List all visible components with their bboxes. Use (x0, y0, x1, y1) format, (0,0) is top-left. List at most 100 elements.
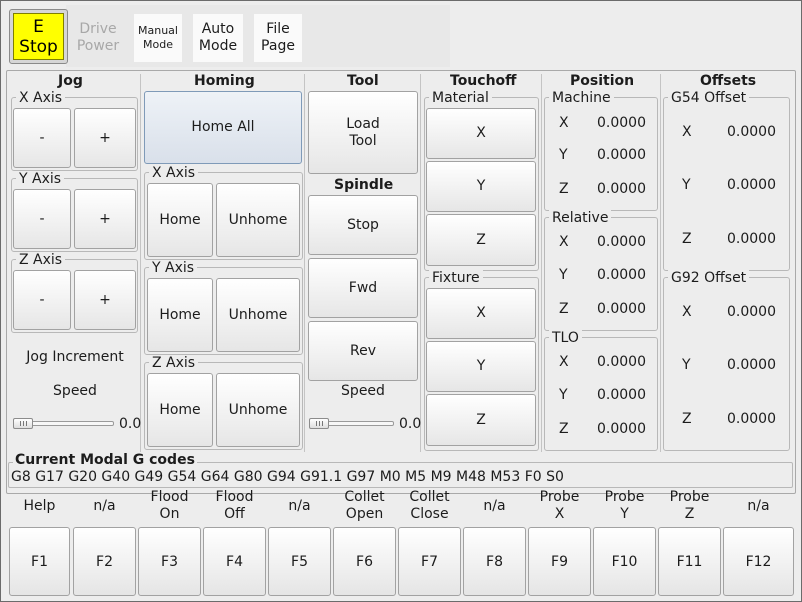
drive-power-label-line1: Drive (79, 21, 117, 37)
function-key-f12-button[interactable]: F12 (723, 527, 794, 596)
function-key-f5-button[interactable]: F5 (268, 527, 331, 596)
spindle-speed-slider-handle[interactable] (309, 418, 329, 429)
touchoff-material-z-button[interactable]: Z (426, 214, 536, 266)
function-label-f3: Flood On (138, 488, 201, 524)
home-all-button[interactable]: Home All (144, 91, 302, 164)
home-y-button[interactable]: Home (147, 278, 213, 352)
spindle-speed-value: 0.0 (399, 416, 422, 432)
function-label-line2: X (554, 506, 565, 522)
function-key-f1-button[interactable]: F1 (9, 527, 70, 596)
manual-mode-label-line2: Mode (143, 38, 173, 51)
function-key-f3-button[interactable]: F3 (138, 527, 201, 596)
column-divider (304, 74, 305, 452)
g54-x-axis: X (682, 124, 692, 140)
jog-z-plus-button[interactable]: + (74, 270, 136, 330)
home-z-button[interactable]: Home (147, 373, 213, 447)
tlo-y-value: 0.0000 (597, 387, 646, 403)
jog-y-plus-button[interactable]: + (74, 189, 136, 249)
function-key-f6-button[interactable]: F6 (333, 527, 396, 596)
jog-speed-slider-handle[interactable] (13, 418, 33, 429)
file-page-label-line1: File (266, 21, 290, 37)
touchoff-title: Touchoff (447, 73, 520, 90)
jog-z-minus-button[interactable]: - (13, 270, 71, 330)
jog-y-minus-button[interactable]: - (13, 189, 71, 249)
file-page-button[interactable]: File Page (254, 14, 302, 62)
auto-mode-label-line2: Mode (198, 38, 238, 54)
drive-power-label-line2: Power (76, 38, 120, 54)
jog-speed-label: Speed (53, 383, 97, 399)
machine-x-axis: X (559, 115, 569, 131)
jog-x-axis-label: X Axis (16, 90, 66, 106)
load-tool-label-line2: Tool (349, 132, 377, 149)
file-page-label-line2: Page (261, 38, 295, 54)
touchoff-fixture-label: Fixture (429, 270, 483, 286)
spindle-stop-button[interactable]: Stop (308, 195, 418, 255)
spindle-rev-button[interactable]: Rev (308, 321, 418, 381)
g54-z-value: 0.0000 (727, 231, 776, 247)
homing-x-axis-label: X Axis (149, 165, 199, 181)
estop-button[interactable]: E Stop (13, 13, 64, 60)
g54-y-axis: Y (682, 177, 691, 193)
function-label-f7: Collet Close (398, 488, 461, 524)
function-label-line2: Y (620, 506, 629, 522)
homing-z-axis-label: Z Axis (149, 355, 199, 371)
function-label-line1: Help (23, 497, 56, 514)
function-key-f9-button[interactable]: F9 (528, 527, 591, 596)
tlo-x-value: 0.0000 (597, 354, 646, 370)
tlo-x-axis: X (559, 354, 569, 370)
relative-x-value: 0.0000 (597, 234, 646, 250)
function-label-f1: Help (9, 488, 70, 524)
g54-y-value: 0.0000 (727, 177, 776, 193)
touchoff-material-y-button[interactable]: Y (426, 161, 536, 212)
jog-x-minus-button[interactable]: - (13, 108, 71, 168)
position-relative-label: Relative (549, 210, 612, 226)
function-label-line1: Probe (669, 489, 710, 505)
function-key-f8-button[interactable]: F8 (463, 527, 526, 596)
machine-y-axis: Y (559, 147, 568, 163)
relative-y-axis: Y (559, 267, 568, 283)
relative-z-value: 0.0000 (597, 301, 646, 317)
function-label-line2: Close (410, 506, 449, 522)
auto-mode-button[interactable]: Auto Mode (193, 14, 243, 62)
homing-title: Homing (191, 73, 258, 90)
homing-y-axis-label: Y Axis (149, 260, 198, 276)
jog-z-axis-label: Z Axis (16, 252, 66, 268)
tlo-y-axis: Y (559, 387, 568, 403)
tlo-z-value: 0.0000 (597, 421, 646, 437)
position-machine-label: Machine (549, 90, 614, 106)
unhome-z-button[interactable]: Unhome (216, 373, 300, 447)
offsets-title: Offsets (697, 73, 760, 90)
spindle-speed-label: Speed (341, 383, 385, 399)
drive-power-button[interactable]: Drive Power (73, 14, 123, 62)
function-key-f10-button[interactable]: F10 (593, 527, 656, 596)
load-tool-button[interactable]: Load Tool (308, 91, 418, 174)
spindle-fwd-button[interactable]: Fwd (308, 258, 418, 318)
function-key-f7-button[interactable]: F7 (398, 527, 461, 596)
unhome-y-button[interactable]: Unhome (216, 278, 300, 352)
function-label-f6: Collet Open (333, 488, 396, 524)
g92-y-value: 0.0000 (727, 357, 776, 373)
function-label-f2: n/a (73, 488, 136, 524)
function-label-line1: n/a (483, 497, 506, 514)
jog-y-axis-label: Y Axis (16, 171, 65, 187)
touchoff-fixture-x-button[interactable]: X (426, 288, 536, 339)
unhome-x-button[interactable]: Unhome (216, 183, 300, 257)
g54-z-axis: Z (682, 231, 692, 247)
manual-mode-button[interactable]: Manual Mode (134, 14, 182, 62)
function-label-f10: Probe Y (593, 488, 656, 524)
function-key-f11-button[interactable]: F11 (658, 527, 721, 596)
estop-button-frame[interactable]: E Stop (9, 9, 68, 64)
g54-x-value: 0.0000 (727, 124, 776, 140)
touchoff-material-x-button[interactable]: X (426, 108, 536, 159)
function-label-f12: n/a (723, 488, 794, 524)
machine-z-value: 0.0000 (597, 181, 646, 197)
touchoff-fixture-y-button[interactable]: Y (426, 341, 536, 392)
jog-x-plus-button[interactable]: + (74, 108, 136, 168)
function-key-f4-button[interactable]: F4 (203, 527, 266, 596)
machine-y-value: 0.0000 (597, 147, 646, 163)
function-key-f2-button[interactable]: F2 (73, 527, 136, 596)
home-x-button[interactable]: Home (147, 183, 213, 257)
function-label-line1: Probe (604, 489, 645, 505)
machine-z-axis: Z (559, 181, 569, 197)
touchoff-fixture-z-button[interactable]: Z (426, 394, 536, 446)
